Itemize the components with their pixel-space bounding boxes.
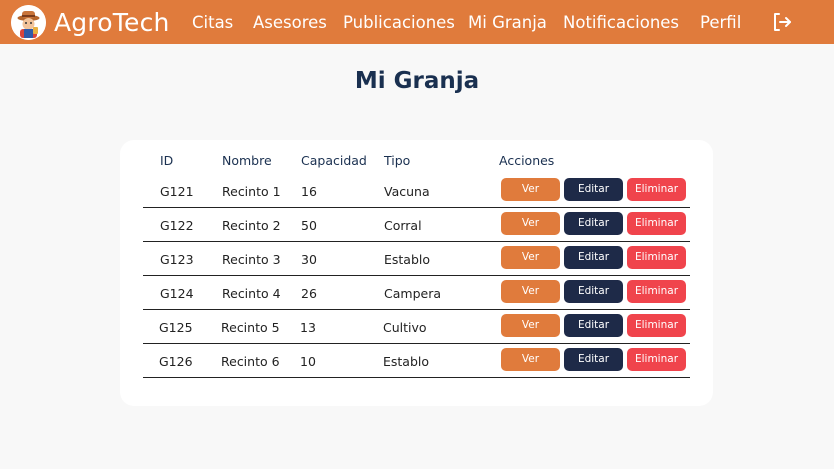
table-row: G125 Recinto 5 13 Cultivo Ver Editar Eli… bbox=[143, 310, 690, 344]
cell-capacidad: 16 bbox=[301, 184, 317, 199]
edit-button[interactable]: Editar bbox=[564, 348, 623, 371]
delete-button[interactable]: Eliminar bbox=[627, 314, 686, 337]
cell-nombre: Recinto 2 bbox=[222, 218, 281, 233]
cell-tipo: Establo bbox=[383, 354, 430, 369]
cell-tipo: Campera bbox=[384, 286, 441, 301]
cell-capacidad: 30 bbox=[301, 252, 317, 267]
delete-button[interactable]: Eliminar bbox=[627, 178, 686, 201]
nav-link-citas[interactable]: Citas bbox=[192, 13, 233, 32]
table-row: G122 Recinto 2 50 Corral Ver Editar Elim… bbox=[143, 208, 690, 242]
cell-id: G123 bbox=[160, 252, 194, 267]
cell-nombre: Recinto 6 bbox=[221, 354, 280, 369]
column-header-tipo: Tipo bbox=[384, 153, 411, 168]
view-button[interactable]: Ver bbox=[501, 280, 560, 303]
cell-id: G126 bbox=[159, 354, 193, 369]
cell-tipo: Cultivo bbox=[383, 320, 427, 335]
column-header-capacidad: Capacidad bbox=[301, 153, 367, 168]
view-button[interactable]: Ver bbox=[501, 246, 560, 269]
cell-tipo: Establo bbox=[384, 252, 431, 267]
edit-button[interactable]: Editar bbox=[564, 280, 623, 303]
cell-nombre: Recinto 3 bbox=[222, 252, 281, 267]
nav-link-publicaciones[interactable]: Publicaciones bbox=[343, 13, 455, 32]
cell-nombre: Recinto 1 bbox=[222, 184, 281, 199]
brand-name[interactable]: AgroTech bbox=[54, 8, 170, 37]
nav-link-notificaciones[interactable]: Notificaciones bbox=[563, 13, 679, 32]
edit-button[interactable]: Editar bbox=[564, 314, 623, 337]
cell-capacidad: 50 bbox=[301, 218, 317, 233]
cell-capacidad: 10 bbox=[300, 354, 316, 369]
delete-button[interactable]: Eliminar bbox=[627, 348, 686, 371]
farmer-logo-icon[interactable] bbox=[11, 5, 46, 40]
cell-capacidad: 13 bbox=[300, 320, 316, 335]
column-header-nombre: Nombre bbox=[222, 153, 272, 168]
column-header-acciones: Acciones bbox=[499, 153, 555, 168]
edit-button[interactable]: Editar bbox=[564, 212, 623, 235]
delete-button[interactable]: Eliminar bbox=[627, 280, 686, 303]
delete-button[interactable]: Eliminar bbox=[627, 246, 686, 269]
cell-nombre: Recinto 4 bbox=[222, 286, 281, 301]
column-header-id: ID bbox=[160, 153, 174, 168]
nav-link-asesores[interactable]: Asesores bbox=[253, 13, 327, 32]
cell-id: G122 bbox=[160, 218, 194, 233]
cell-nombre: Recinto 5 bbox=[221, 320, 280, 335]
edit-button[interactable]: Editar bbox=[564, 178, 623, 201]
cell-capacidad: 26 bbox=[301, 286, 317, 301]
cell-id: G125 bbox=[159, 320, 193, 335]
cell-id: G121 bbox=[160, 184, 194, 199]
delete-button[interactable]: Eliminar bbox=[627, 212, 686, 235]
page-title: Mi Granja bbox=[354, 68, 480, 94]
table-row: G124 Recinto 4 26 Campera Ver Editar Eli… bbox=[143, 276, 690, 310]
cell-id: G124 bbox=[160, 286, 194, 301]
nav-link-mi-granja[interactable]: Mi Granja bbox=[468, 13, 547, 32]
logout-icon[interactable] bbox=[771, 11, 793, 33]
navbar: AgroTech Citas Asesores Publicaciones Mi… bbox=[0, 0, 834, 44]
table-row: G123 Recinto 3 30 Establo Ver Editar Eli… bbox=[143, 242, 690, 276]
cell-tipo: Vacuna bbox=[384, 184, 430, 199]
view-button[interactable]: Ver bbox=[501, 212, 560, 235]
table-row: G121 Recinto 1 16 Vacuna Ver Editar Elim… bbox=[143, 174, 690, 208]
nav-link-perfil[interactable]: Perfil bbox=[700, 13, 741, 32]
edit-button[interactable]: Editar bbox=[564, 246, 623, 269]
cell-tipo: Corral bbox=[384, 218, 422, 233]
view-button[interactable]: Ver bbox=[501, 314, 560, 337]
view-button[interactable]: Ver bbox=[501, 348, 560, 371]
table-row: G126 Recinto 6 10 Establo Ver Editar Eli… bbox=[143, 344, 690, 378]
view-button[interactable]: Ver bbox=[501, 178, 560, 201]
